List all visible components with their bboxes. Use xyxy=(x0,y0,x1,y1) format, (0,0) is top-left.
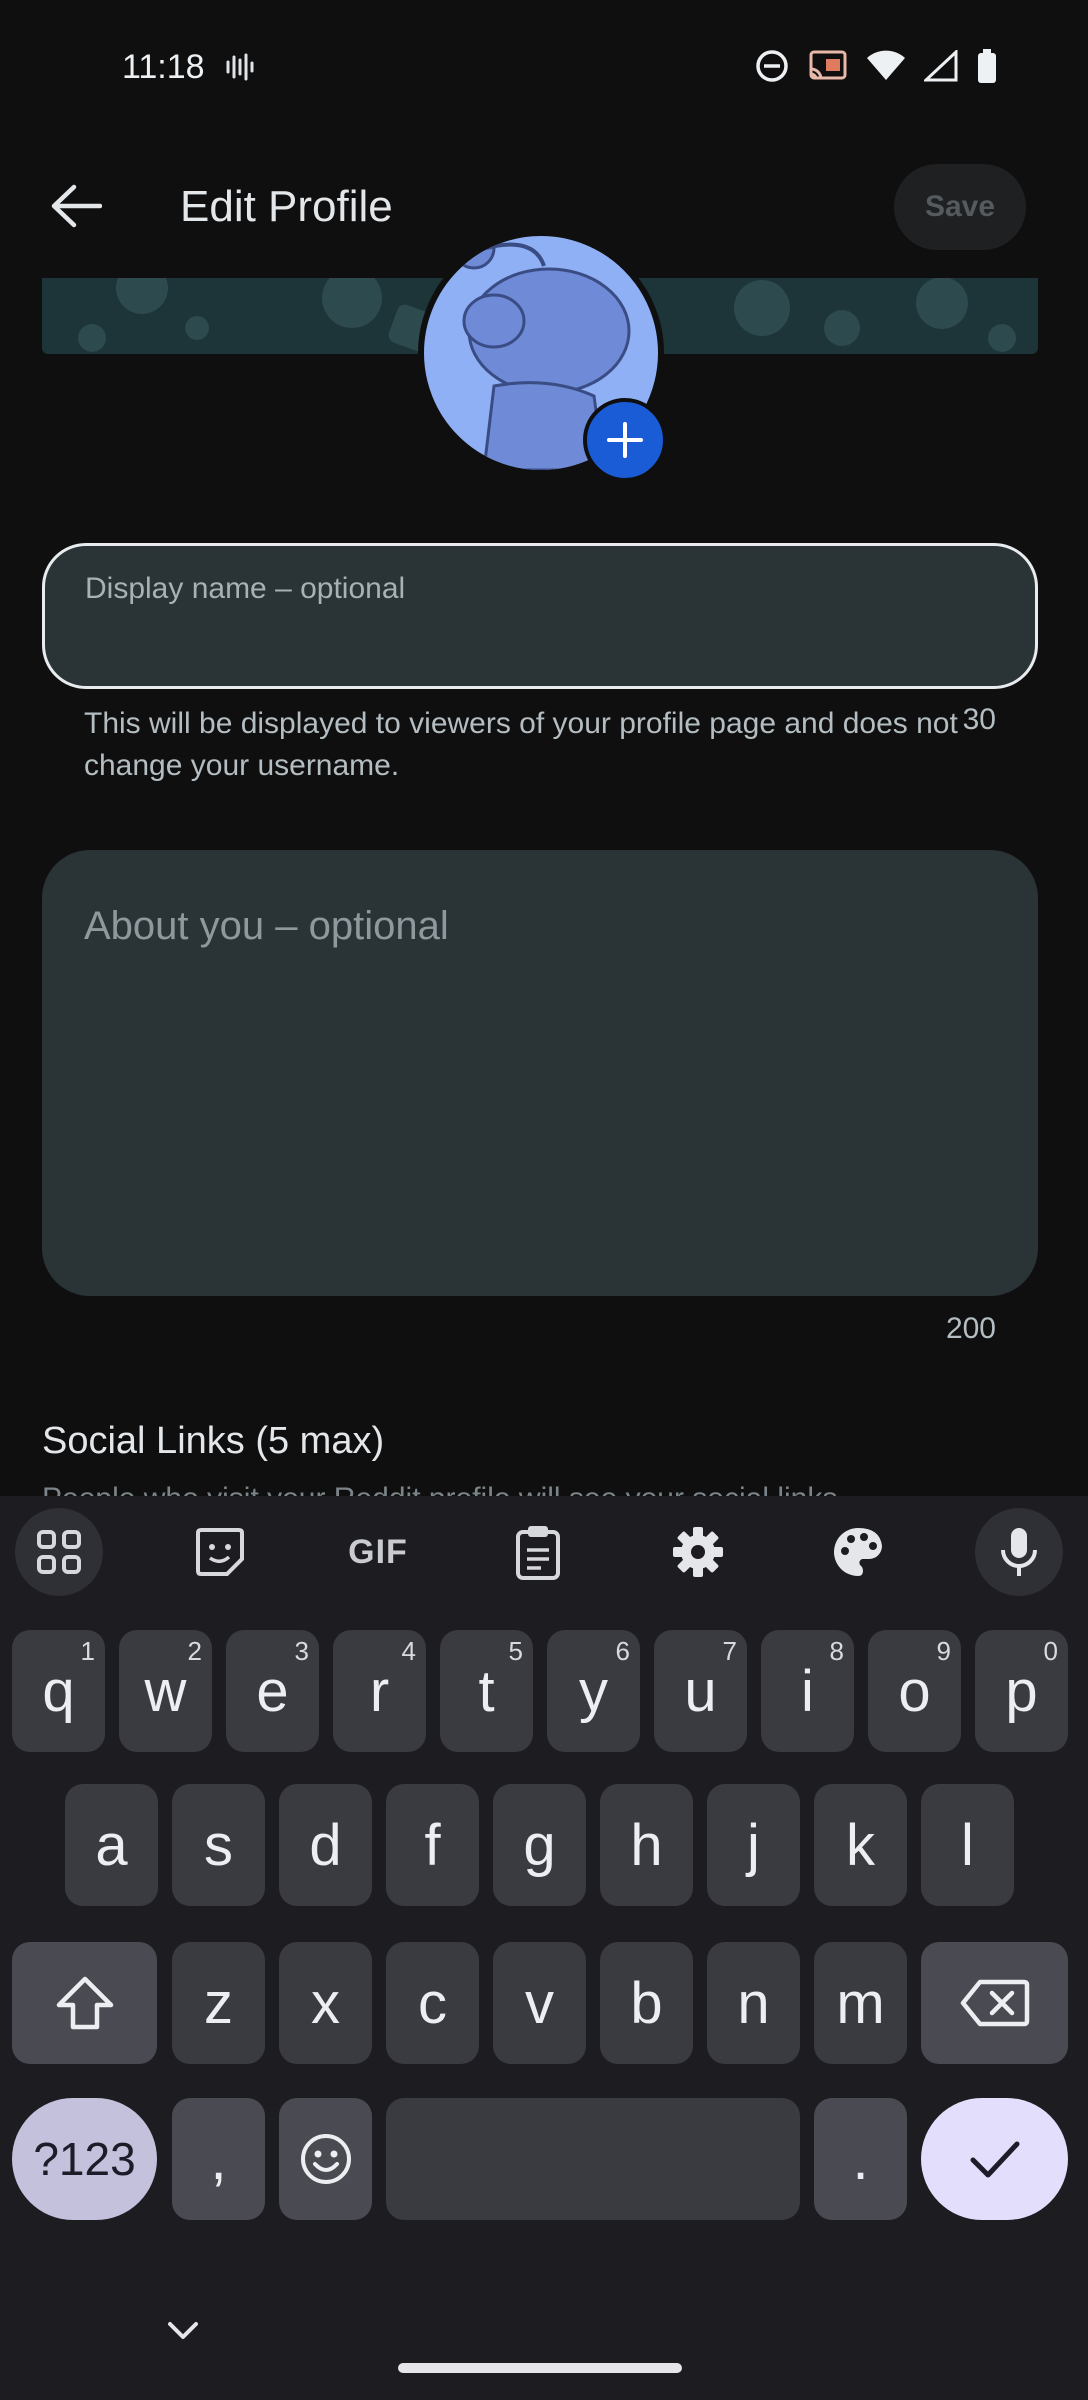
key-i[interactable]: i8 xyxy=(761,1630,854,1752)
period-key[interactable]: . xyxy=(814,2098,907,2220)
key-f[interactable]: f xyxy=(386,1784,479,1906)
key-p[interactable]: p0 xyxy=(975,1630,1068,1752)
key-w[interactable]: w2 xyxy=(119,1630,212,1752)
key-b[interactable]: b xyxy=(600,1942,693,2064)
key-u[interactable]: u7 xyxy=(654,1630,747,1752)
theme-button[interactable] xyxy=(814,1511,902,1593)
sticker-button[interactable] xyxy=(176,1511,264,1593)
keyboard-toolbar: GIF xyxy=(0,1496,1088,1608)
key-e[interactable]: e3 xyxy=(226,1630,319,1752)
do-not-disturb-icon xyxy=(754,48,790,89)
key-o[interactable]: o9 xyxy=(868,1630,961,1752)
battery-icon xyxy=(976,48,998,89)
key-a[interactable]: a xyxy=(65,1784,158,1906)
grid-icon xyxy=(37,1530,81,1574)
about-placeholder: About you – optional xyxy=(84,904,449,948)
key-j[interactable]: j xyxy=(707,1784,800,1906)
vibrate-icon xyxy=(224,52,254,87)
back-button[interactable] xyxy=(40,174,112,238)
key-x[interactable]: x xyxy=(279,1942,372,2064)
cast-icon xyxy=(808,49,848,88)
microphone-icon xyxy=(1001,1528,1037,1576)
comma-key[interactable]: , xyxy=(172,2098,265,2220)
key-m[interactable]: m xyxy=(814,1942,907,2064)
page-title: Edit Profile xyxy=(180,182,393,231)
space-key[interactable] xyxy=(386,2098,800,2220)
wifi-icon xyxy=(866,50,906,87)
key-d[interactable]: d xyxy=(279,1784,372,1906)
home-indicator[interactable] xyxy=(398,2363,682,2373)
backspace-icon xyxy=(960,1979,1029,2027)
shift-icon xyxy=(56,1976,113,2030)
symbols-key[interactable]: ?123 xyxy=(12,2098,157,2220)
clipboard-button[interactable] xyxy=(494,1511,582,1593)
key-z[interactable]: z xyxy=(172,1942,265,2064)
plus-icon xyxy=(607,422,643,458)
emoji-icon xyxy=(300,2134,351,2184)
shift-key[interactable] xyxy=(12,1942,157,2064)
keyboard: GIF q1 w2 e3 r4 t5 y6 u7 i8 o9 p0 a s d … xyxy=(0,1496,1088,2400)
enter-key[interactable] xyxy=(921,2098,1068,2220)
key-n[interactable]: n xyxy=(707,1942,800,2064)
arrow-back-icon xyxy=(51,184,102,228)
key-v[interactable]: v xyxy=(493,1942,586,2064)
key-c[interactable]: c xyxy=(386,1942,479,2064)
status-time: 11:18 xyxy=(122,48,205,86)
checkmark-icon xyxy=(970,2141,1019,2178)
add-avatar-button[interactable] xyxy=(583,398,667,482)
display-name-helper: This will be displayed to viewers of you… xyxy=(84,707,958,782)
clipboard-icon xyxy=(516,1526,560,1580)
key-t[interactable]: t5 xyxy=(440,1630,533,1752)
social-links-subtitle: People who visit your Reddit profile wil… xyxy=(42,1482,846,1496)
key-h[interactable]: h xyxy=(600,1784,693,1906)
settings-button[interactable] xyxy=(654,1511,742,1593)
chevron-down-icon xyxy=(168,2322,198,2339)
key-g[interactable]: g xyxy=(493,1784,586,1906)
apps-grid-button[interactable] xyxy=(15,1508,103,1596)
palette-icon xyxy=(834,1528,882,1576)
status-bar: 11:18 xyxy=(0,0,1088,130)
key-l[interactable]: l xyxy=(921,1784,1014,1906)
key-r[interactable]: r4 xyxy=(333,1630,426,1752)
backspace-key[interactable] xyxy=(921,1942,1068,2064)
key-k[interactable]: k xyxy=(814,1784,907,1906)
sticker-icon xyxy=(196,1528,244,1576)
signal-icon xyxy=(922,48,958,87)
voice-input-button[interactable] xyxy=(975,1508,1063,1596)
key-q[interactable]: q1 xyxy=(12,1630,105,1752)
display-name-counter: 30 xyxy=(962,703,996,736)
key-y[interactable]: y6 xyxy=(547,1630,640,1752)
display-name-field[interactable]: Display name – optional xyxy=(42,543,1038,689)
gear-icon xyxy=(673,1527,723,1577)
save-button[interactable]: Save xyxy=(894,164,1026,250)
key-s[interactable]: s xyxy=(172,1784,265,1906)
emoji-key[interactable] xyxy=(279,2098,372,2220)
gif-button[interactable]: GIF xyxy=(334,1511,422,1593)
about-field[interactable]: About you – optional xyxy=(42,850,1038,1296)
display-name-placeholder: Display name – optional xyxy=(85,572,406,605)
hide-keyboard-button[interactable] xyxy=(162,2316,204,2349)
social-links-title: Social Links (5 max) xyxy=(42,1420,385,1462)
about-counter: 200 xyxy=(945,1312,996,1345)
